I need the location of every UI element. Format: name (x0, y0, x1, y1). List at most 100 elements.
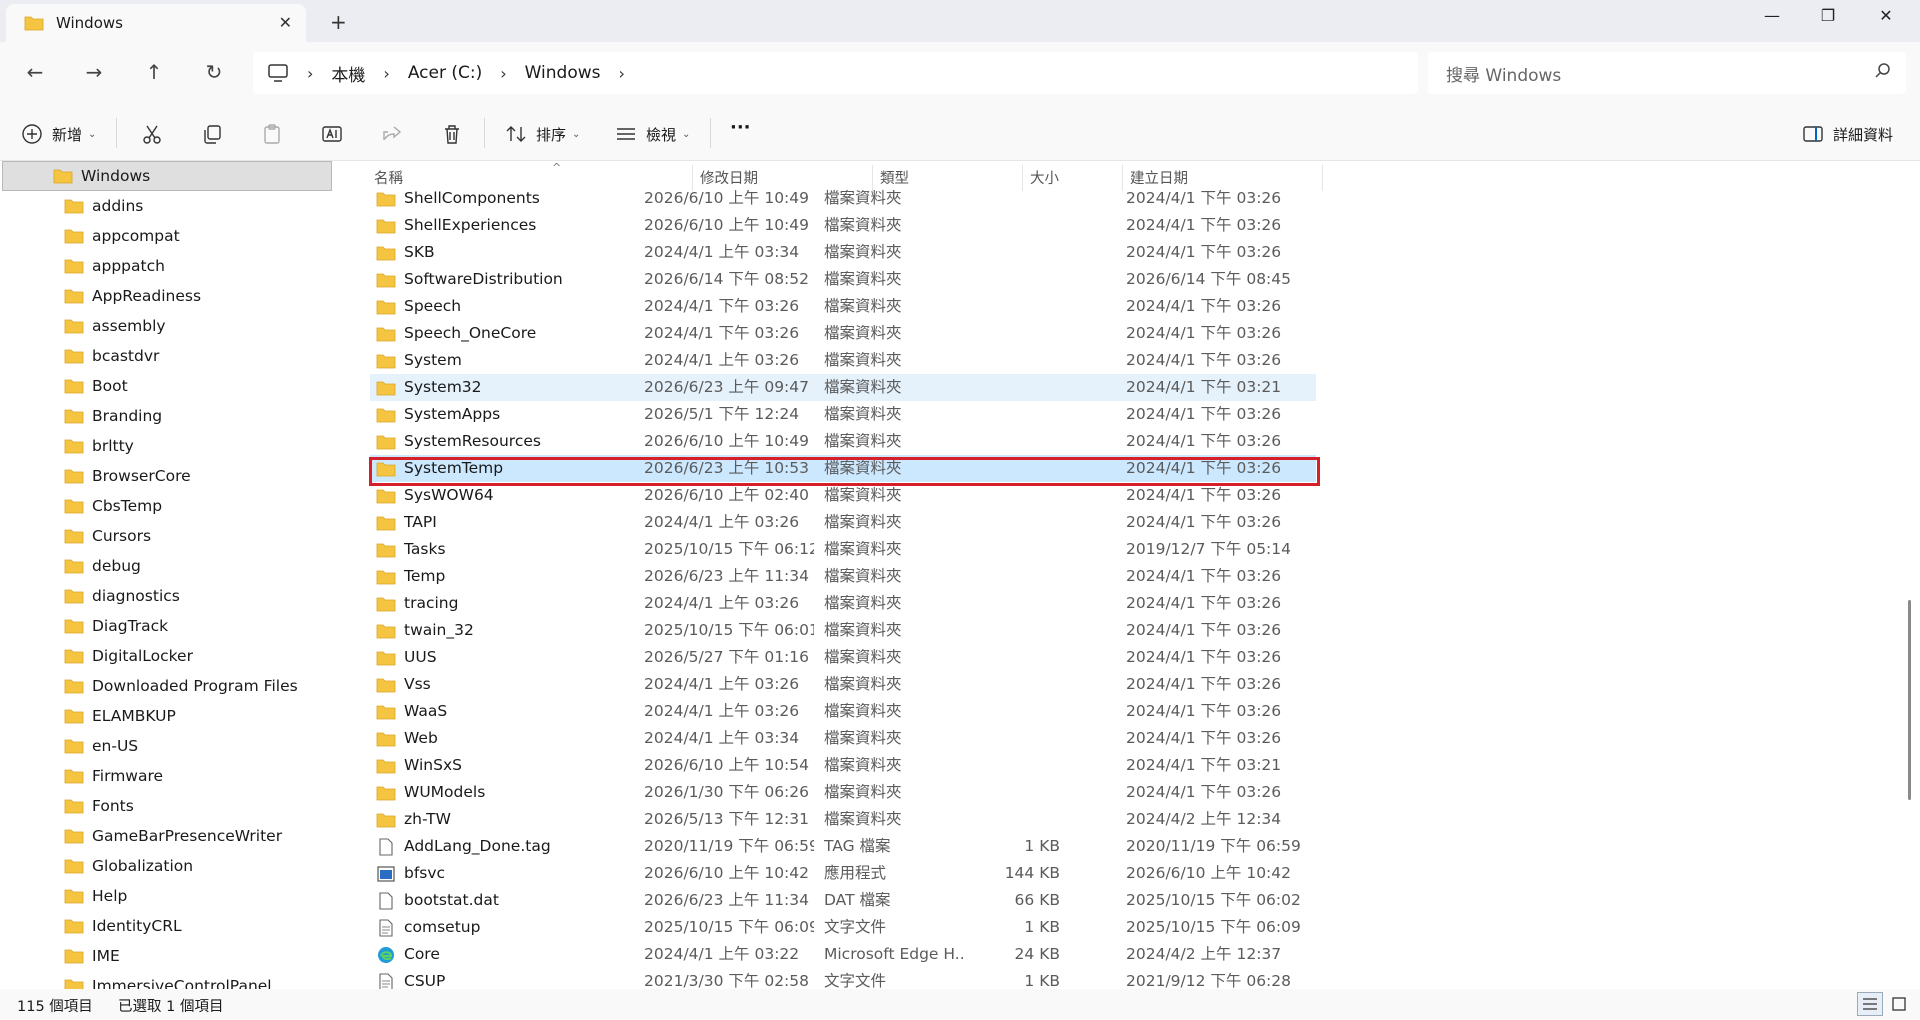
back-button[interactable]: ← (20, 60, 50, 84)
share-icon[interactable] (380, 122, 404, 146)
sidebar-item[interactable]: IdentityCRL (0, 911, 330, 941)
rename-icon[interactable] (320, 122, 344, 146)
file-row[interactable]: bfsvc 2026/6/10 上午 10:42 應用程式 144 KB 2026/6/… (370, 860, 1316, 887)
sidebar-item[interactable]: Branding (0, 401, 330, 431)
file-row[interactable]: comsetup 2025/10/15 下午 06:09 文字文件 1 KB 2025/… (370, 914, 1316, 941)
file-row[interactable]: WaaS 2024/4/1 上午 03:26 檔案資料夾 2024/4/1 下午 03… (370, 698, 1316, 725)
sidebar-item[interactable]: Downloaded Program Files (0, 671, 330, 701)
new-tab-button[interactable]: + (330, 10, 347, 34)
file-row[interactable]: Temp 2026/6/23 上午 11:34 檔案資料夾 2024/4/1 下午 0… (370, 563, 1316, 590)
breadcrumb-this-pc[interactable]: 本機 (331, 61, 365, 86)
sidebar-item[interactable]: Help (0, 881, 330, 911)
sidebar-item[interactable]: AppReadiness (0, 281, 330, 311)
column-divider[interactable] (1322, 165, 1323, 191)
sidebar-item-label: DigitalLocker (92, 647, 193, 665)
tiles-view-icon[interactable] (1886, 992, 1912, 1016)
sidebar-item[interactable]: Boot (0, 371, 330, 401)
paste-icon[interactable] (260, 122, 284, 146)
file-name-cell: Speech_OneCore (376, 320, 676, 347)
sidebar-item[interactable]: BrowserCore (0, 461, 330, 491)
file-row[interactable]: SystemTemp 2026/6/23 上午 10:53 檔案資料夾 2024/4/… (370, 455, 1316, 482)
sidebar-item[interactable]: en-US (0, 731, 330, 761)
breadcrumb-windows[interactable]: Windows (525, 63, 601, 83)
copy-icon[interactable] (200, 122, 224, 146)
breadcrumb-separator[interactable]: › (500, 64, 506, 83)
breadcrumb[interactable]: › 本機 › Acer (C:) › Windows › (253, 52, 1418, 94)
file-row[interactable]: tracing 2024/4/1 上午 03:26 檔案資料夾 2024/4/1 下午… (370, 590, 1316, 617)
breadcrumb-separator[interactable]: › (383, 64, 389, 83)
file-row[interactable]: SysWOW64 2026/6/10 上午 02:40 檔案資料夾 2024/4/1 … (370, 482, 1316, 509)
file-list-scrollbar[interactable] (1908, 600, 1911, 800)
sidebar-item[interactable]: DiagTrack (0, 611, 330, 641)
sidebar-item[interactable]: Fonts (0, 791, 330, 821)
file-row[interactable]: twain_32 2025/10/15 下午 06:01 檔案資料夾 2024/4/1… (370, 617, 1316, 644)
cut-icon[interactable] (140, 122, 164, 146)
breadcrumb-separator[interactable]: › (619, 64, 625, 83)
forward-button[interactable]: → (79, 60, 109, 84)
file-row[interactable]: WUModels 2026/1/30 下午 06:26 檔案資料夾 2024/4/1 … (370, 779, 1316, 806)
file-row[interactable]: SKB 2024/4/1 上午 03:34 檔案資料夾 2024/4/1 下午 03:… (370, 239, 1316, 266)
close-window-button[interactable]: ✕ (1866, 6, 1906, 25)
search-icon[interactable] (1874, 62, 1892, 80)
close-tab-icon[interactable]: ✕ (279, 13, 292, 32)
sidebar-item[interactable]: apppatch (0, 251, 330, 281)
file-row[interactable]: SoftwareDistribution 2026/6/14 下午 08:52 檔案… (370, 266, 1316, 293)
sidebar-item[interactable]: Cursors (0, 521, 330, 551)
maximize-button[interactable]: ❐ (1808, 6, 1848, 25)
sidebar-item[interactable]: ELAMBKUP (0, 701, 330, 731)
sidebar-item[interactable]: addins (0, 191, 330, 221)
file-size (910, 428, 1060, 455)
folder-icon (64, 229, 84, 244)
more-options-button[interactable]: ··· (730, 117, 751, 138)
file-row[interactable]: ShellComponents 2026/6/10 上午 10:49 檔案資料夾 20… (370, 185, 1316, 212)
delete-icon[interactable] (440, 122, 464, 146)
sidebar-item[interactable]: assembly (0, 311, 330, 341)
details-view-icon[interactable] (1857, 992, 1883, 1016)
file-row[interactable]: Vss 2024/4/1 上午 03:26 檔案資料夾 2024/4/1 下午 03:… (370, 671, 1316, 698)
file-row[interactable]: CSUP 2021/3/30 下午 02:58 文字文件 1 KB 2021/9/12 … (370, 968, 1316, 989)
sidebar-item[interactable]: CbsTemp (0, 491, 330, 521)
file-row[interactable]: TAPI 2024/4/1 上午 03:26 檔案資料夾 2024/4/1 下午 03… (370, 509, 1316, 536)
file-row[interactable]: Tasks 2025/10/15 下午 06:12 檔案資料夾 2019/12/7 下… (370, 536, 1316, 563)
file-row[interactable]: WinSxS 2026/6/10 上午 10:54 檔案資料夾 2024/4/1 下午… (370, 752, 1316, 779)
file-row[interactable]: UUS 2026/5/27 下午 01:16 檔案資料夾 2024/4/1 下午 03… (370, 644, 1316, 671)
file-row[interactable]: System 2024/4/1 上午 03:26 檔案資料夾 2024/4/1 下午 … (370, 347, 1316, 374)
file-row[interactable]: SystemResources 2026/6/10 上午 10:49 檔案資料夾 20… (370, 428, 1316, 455)
file-row[interactable]: System32 2026/6/23 上午 09:47 檔案資料夾 2024/4/1 … (370, 374, 1316, 401)
folder-icon (64, 679, 84, 694)
file-row[interactable]: bootstat.dat 2026/6/23 上午 11:34 DAT 檔案 66 K… (370, 887, 1316, 914)
file-row[interactable]: AddLang_Done.tag 2020/11/19 下午 06:59 TAG 檔… (370, 833, 1316, 860)
search-input[interactable]: 搜尋 Windows (1428, 52, 1906, 94)
sidebar-item[interactable]: Firmware (0, 761, 330, 791)
sidebar-item[interactable]: GameBarPresenceWriter (0, 821, 330, 851)
tab-windows[interactable]: Windows ✕ (6, 4, 306, 42)
breadcrumb-drive-c[interactable]: Acer (C:) (408, 63, 482, 83)
sort-button[interactable]: 排序 ⌄ (504, 122, 580, 146)
details-pane-button[interactable]: 詳細資料 (1801, 122, 1893, 146)
up-button[interactable]: ↑ (139, 60, 169, 84)
folder-icon (376, 813, 396, 827)
refresh-button[interactable]: ↻ (199, 60, 229, 84)
sidebar-item-label: IdentityCRL (92, 917, 182, 935)
sidebar-item[interactable]: appcompat (0, 221, 330, 251)
file-row[interactable]: zh-TW 2026/5/13 下午 12:31 檔案資料夾 2024/4/2 上午 … (370, 806, 1316, 833)
sidebar-item[interactable]: ImmersiveControlPanel (0, 971, 330, 989)
sidebar-item[interactable]: brltty (0, 431, 330, 461)
sidebar-item[interactable]: IME (0, 941, 330, 971)
file-row[interactable]: Web 2024/4/1 上午 03:34 檔案資料夾 2024/4/1 下午 03:… (370, 725, 1316, 752)
file-row[interactable]: Speech 2024/4/1 下午 03:26 檔案資料夾 2024/4/1 下午 … (370, 293, 1316, 320)
file-row[interactable]: Speech_OneCore 2024/4/1 下午 03:26 檔案資料夾 2024… (370, 320, 1316, 347)
minimize-button[interactable]: — (1752, 6, 1792, 25)
sidebar-item[interactable]: Globalization (0, 851, 330, 881)
sidebar-item[interactable]: DigitalLocker (0, 641, 330, 671)
folder-icon (376, 786, 396, 800)
file-row[interactable]: ShellExperiences 2026/6/10 上午 10:49 檔案資料夾 2… (370, 212, 1316, 239)
sidebar-item-windows[interactable]: Windows (2, 161, 332, 191)
file-row[interactable]: Core 2024/4/1 上午 03:22 Microsoft Edge H...… (370, 941, 1316, 968)
sidebar-item[interactable]: bcastdvr (0, 341, 330, 371)
new-button[interactable]: 新增 ⌄ (20, 122, 96, 146)
file-row[interactable]: SystemApps 2026/5/1 下午 12:24 檔案資料夾 2024/4/1… (370, 401, 1316, 428)
sidebar-item[interactable]: diagnostics (0, 581, 330, 611)
view-button[interactable]: 檢視 ⌄ (614, 122, 690, 146)
sidebar-item[interactable]: debug (0, 551, 330, 581)
